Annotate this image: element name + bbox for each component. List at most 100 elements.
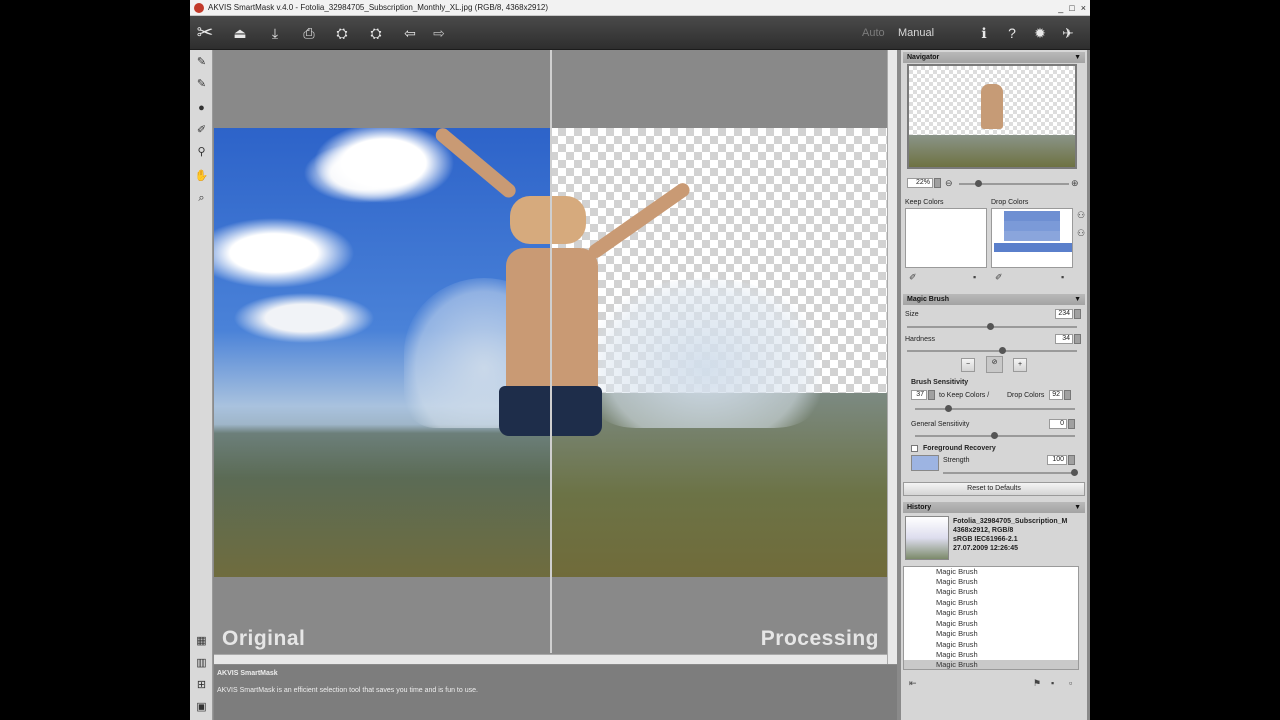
settings-icon[interactable]: ✹	[1030, 24, 1050, 42]
history-clear-icon[interactable]: ▫	[1069, 678, 1072, 688]
original-image	[214, 128, 564, 577]
close-button[interactable]: ×	[1081, 2, 1086, 14]
magic-brush-title: Magic Brush	[907, 296, 950, 303]
history-file-date: 27.07.2009 12:26:45	[953, 545, 1018, 552]
size-field[interactable]: 234	[1055, 309, 1073, 319]
history-title: History	[907, 504, 932, 511]
hardness-field[interactable]: 34	[1055, 334, 1073, 344]
tools-panel: ✎ ✎ ● ✐ ⚲ ✋ ⌕ ▦ ▥ ⊞ ▣	[190, 50, 213, 720]
general-sensitivity-slider[interactable]	[915, 432, 1075, 439]
color-options-icon-2[interactable]: ⚇	[1077, 228, 1085, 238]
navigator-title: Navigator	[907, 54, 940, 61]
history-item[interactable]: Magic Brush	[936, 619, 978, 628]
zoom-in-icon[interactable]: ⊕	[1071, 178, 1079, 188]
strength-field[interactable]: 100	[1047, 455, 1067, 465]
history-item[interactable]: Magic Brush	[936, 650, 978, 659]
foreground-color-swatch[interactable]	[911, 455, 939, 471]
processed-image	[550, 128, 887, 577]
image-canvas[interactable]: Original Processing	[214, 50, 887, 653]
lasso-icon[interactable]: ⚲	[193, 144, 210, 161]
help-icon[interactable]: ?	[1002, 24, 1022, 42]
undo-icon[interactable]: ⇦	[400, 24, 420, 42]
keep-pipette-icon[interactable]: ✐	[909, 272, 917, 282]
drop-colors-list[interactable]	[991, 208, 1073, 268]
save-icon[interactable]: ⤓	[265, 24, 285, 42]
open-icon[interactable]: ⏏	[230, 24, 250, 42]
history-item[interactable]: Magic Brush	[936, 640, 978, 649]
redo-icon[interactable]: ⇨	[429, 24, 449, 42]
keep-sensitivity-spin[interactable]	[928, 390, 935, 400]
feedback-icon[interactable]: ✈	[1058, 24, 1078, 42]
history-item[interactable]: Magic Brush	[936, 587, 978, 596]
sensitivity-slider[interactable]	[915, 405, 1075, 412]
compare-icon[interactable]: ▥	[193, 655, 210, 672]
history-item[interactable]: Magic Brush	[936, 577, 978, 586]
general-sensitivity-spin[interactable]	[1068, 419, 1075, 429]
zoom-slider[interactable]	[959, 180, 1069, 187]
history-pin-icon[interactable]: ⚑	[1033, 678, 1041, 688]
history-item[interactable]: Magic Brush	[936, 608, 978, 617]
strength-spin[interactable]	[1068, 455, 1075, 465]
pipette-icon[interactable]: ✐	[193, 122, 210, 139]
history-item[interactable]: Magic Brush	[936, 598, 978, 607]
general-sensitivity-label: General Sensitivity	[911, 421, 970, 428]
last-icon[interactable]: ▣	[193, 699, 210, 716]
zoom-out-icon[interactable]: ⊖	[945, 178, 953, 188]
size-slider[interactable]	[907, 323, 1077, 330]
history-thumbnail[interactable]	[905, 516, 949, 560]
bucket-icon[interactable]: ●	[193, 100, 210, 117]
mode-auto-tab[interactable]: Auto	[862, 26, 885, 40]
drop-colors-label: Drop Colors	[991, 199, 1029, 206]
history-item[interactable]: Magic Brush	[936, 629, 978, 638]
app-icon	[194, 3, 204, 13]
keep-delete-icon[interactable]: ▪	[973, 272, 976, 282]
navigator-thumbnail[interactable]	[907, 64, 1077, 169]
keep-sensitivity-field[interactable]: 37	[911, 390, 927, 400]
horizontal-scrollbar[interactable]	[214, 654, 887, 664]
hardness-slider[interactable]	[907, 347, 1077, 354]
view-mode-icon[interactable]: ▦	[193, 633, 210, 650]
drop-pipette-icon[interactable]: ✐	[995, 272, 1003, 282]
magic-brush-header[interactable]: Magic Brush ▼	[903, 294, 1085, 305]
zoom-field[interactable]: 22%	[907, 178, 933, 188]
print-icon[interactable]: ⎙	[299, 24, 319, 42]
info-icon[interactable]: ℹ	[974, 24, 994, 42]
minimize-button[interactable]: _	[1058, 2, 1063, 14]
color-options-icon[interactable]: ⚇	[1077, 210, 1085, 220]
history-item-selected[interactable]: Magic Brush	[904, 660, 1078, 669]
history-file-dims: 4368x2912, RGB/8	[953, 527, 1014, 534]
hardness-spin[interactable]	[1074, 334, 1081, 344]
split-divider[interactable]	[550, 50, 552, 653]
history-list[interactable]: Magic Brush Magic Brush Magic Brush Magi…	[903, 566, 1079, 670]
navigator-header[interactable]: Navigator ▼	[903, 52, 1085, 63]
history-back-icon[interactable]: ⇤	[909, 678, 917, 688]
batch-icon[interactable]: ⛭	[366, 24, 386, 42]
history-header[interactable]: History ▼	[903, 502, 1085, 513]
hardness-label: Hardness	[905, 336, 935, 343]
strength-slider[interactable]	[943, 469, 1078, 476]
fit-icon[interactable]: ⊞	[193, 677, 210, 694]
original-label: Original	[222, 627, 306, 650]
history-item[interactable]: Magic Brush	[936, 567, 978, 576]
zoom-spin[interactable]	[934, 178, 941, 188]
chroma-brush-icon[interactable]: ✎	[193, 76, 210, 93]
zoom-icon[interactable]: ⌕	[193, 190, 210, 207]
share-icon[interactable]: ⛭	[332, 24, 352, 42]
size-spin[interactable]	[1074, 309, 1081, 319]
brush-minus-button[interactable]: −	[961, 358, 975, 372]
brush-plus-button[interactable]: +	[1013, 358, 1027, 372]
maximize-button[interactable]: □	[1069, 2, 1074, 14]
mode-manual-tab[interactable]: Manual	[898, 26, 934, 40]
foreground-recovery-checkbox[interactable]	[911, 445, 918, 452]
drop-sensitivity-spin[interactable]	[1064, 390, 1071, 400]
reset-defaults-button[interactable]: Reset to Defaults	[903, 482, 1085, 496]
keep-colors-list[interactable]	[905, 208, 987, 268]
vertical-scrollbar[interactable]	[887, 50, 897, 664]
drop-delete-icon[interactable]: ▪	[1061, 272, 1064, 282]
history-delete-icon[interactable]: ▪	[1051, 678, 1054, 688]
drop-sensitivity-field[interactable]: 92	[1049, 390, 1063, 400]
general-sensitivity-field[interactable]: 0	[1049, 419, 1067, 429]
magic-brush-icon[interactable]: ✎	[193, 54, 210, 71]
hand-icon[interactable]: ✋	[193, 168, 210, 185]
brush-toggle-button[interactable]: ⊘	[986, 356, 1003, 373]
